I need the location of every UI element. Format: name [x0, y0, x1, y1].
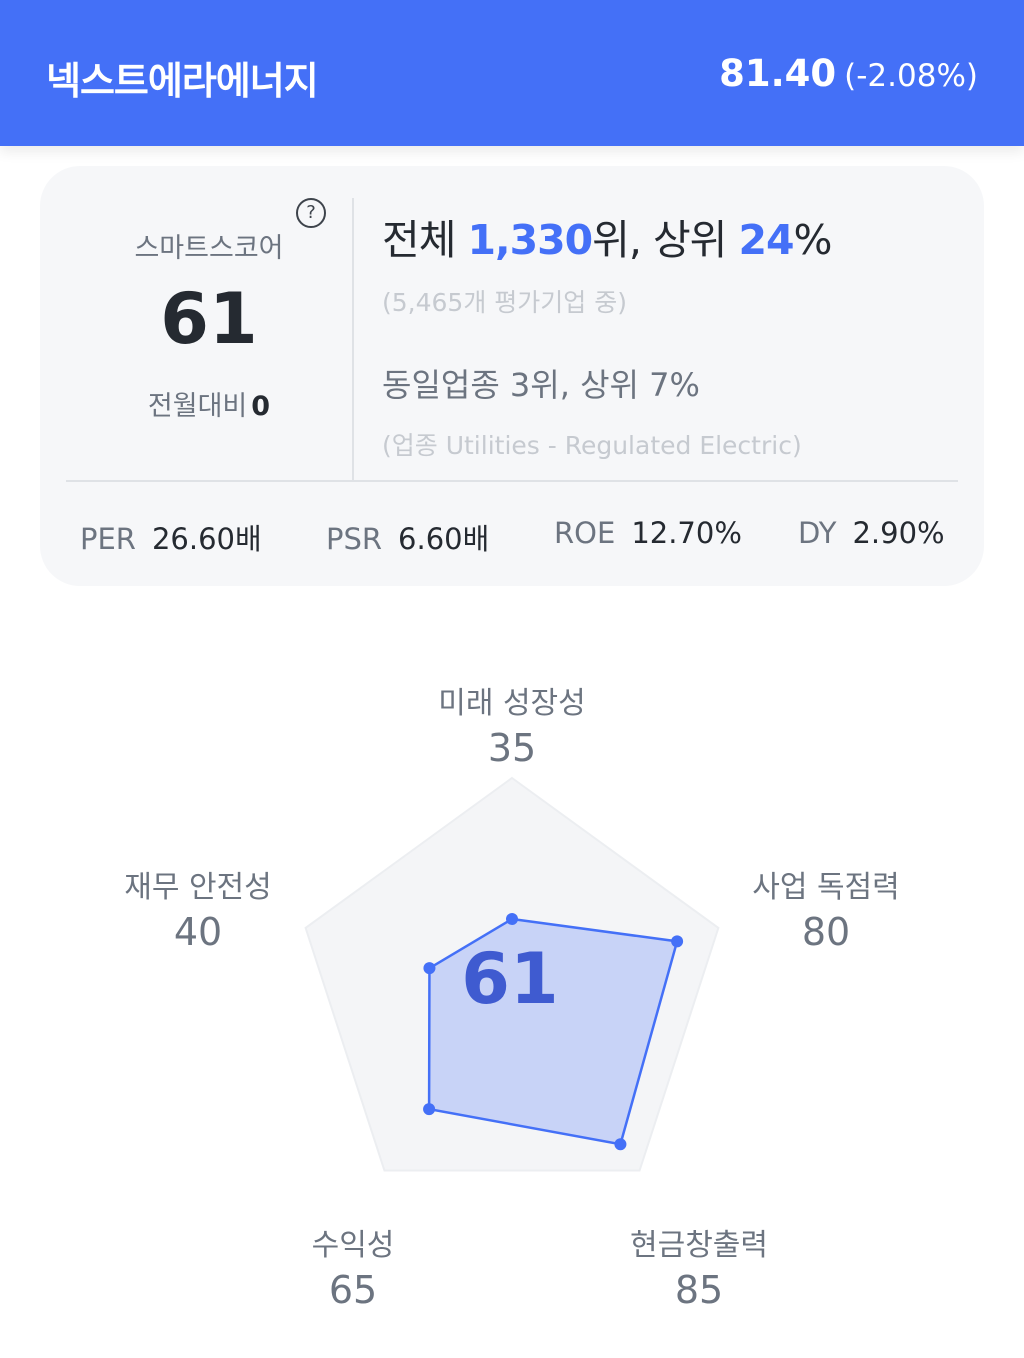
overall-suffix: % — [793, 216, 833, 264]
metric-dy: DY 2.90% — [798, 516, 945, 550]
horizontal-divider — [66, 480, 958, 482]
vertical-divider — [352, 198, 354, 480]
axis-label-growth: 미래 성장성 — [438, 686, 586, 721]
metrics-row: PER 26.60배 PSR 6.60배 ROE 12.70% DY 2.90% — [40, 516, 984, 556]
radar-point — [423, 1103, 436, 1116]
axis-value-moat: 80 — [801, 910, 851, 954]
metric-label: PER — [80, 522, 136, 556]
radar-point — [506, 913, 518, 926]
radar-point — [671, 935, 684, 948]
overall-rank: 전체 1,330위, 상위 24% — [382, 206, 833, 266]
axis-value-cashflow: 85 — [674, 1268, 724, 1312]
app-header: 넥스트에라에너지 81.40 (-2.08%) — [0, 0, 1024, 146]
metric-label: DY — [798, 516, 837, 550]
axis-value-stability: 40 — [173, 910, 223, 954]
smart-score-card: 스마트스코어 ? 61 전월대비 0 전체 1,330위, 상위 24% (5,4… — [40, 166, 984, 586]
axis-label-moat: 사업 독점력 — [752, 870, 900, 905]
company-name: 넥스트에라에너지 — [46, 59, 319, 103]
axis-label-cashflow: 현금창출력 — [630, 1228, 768, 1263]
price-block: 81.40 (-2.08%) — [719, 52, 978, 95]
metric-value: 6.60배 — [398, 522, 490, 556]
overall-percent: 24 — [738, 216, 794, 264]
axis-value-growth: 35 — [487, 726, 537, 770]
mom-value: 0 — [251, 391, 271, 422]
metric-roe: ROE 12.70% — [554, 516, 742, 550]
radar-point — [614, 1138, 627, 1151]
metric-psr: PSR 6.60배 — [326, 516, 489, 558]
metric-per: PER 26.60배 — [80, 516, 262, 558]
metric-value: 26.60배 — [151, 522, 262, 556]
help-icon[interactable]: ? — [296, 198, 326, 228]
metric-value: 2.90% — [852, 516, 945, 550]
axis-label-stability: 재무 안전성 — [124, 870, 272, 905]
overall-rank-number: 1,330 — [467, 216, 593, 264]
overall-prefix: 전체 — [382, 216, 468, 264]
evaluated-count: (5,465개 평가기업 중) — [382, 288, 627, 317]
smart-score-label: 스마트스코어 — [134, 233, 284, 264]
month-over-month: 전월대비 0 — [100, 384, 318, 423]
metric-label: PSR — [326, 522, 383, 556]
stock-price: 81.40 — [719, 52, 837, 95]
overall-mid: 위, 상위 — [592, 216, 739, 264]
axis-label-profitability: 수익성 — [311, 1228, 395, 1263]
price-change: (-2.08%) — [844, 58, 978, 94]
axis-value-profitability: 65 — [328, 1268, 378, 1312]
industry-rank: 동일업종 3위, 상위 7% — [382, 366, 700, 404]
mom-label: 전월대비 — [147, 391, 248, 422]
industry-name: (업종 Utilities - Regulated Electric) — [382, 431, 802, 460]
smart-score-value: 61 — [160, 278, 258, 360]
radar-center-score: 61 — [461, 938, 559, 1020]
metric-label: ROE — [554, 516, 616, 550]
metric-value: 12.70% — [631, 516, 742, 550]
radar-chart: 미래 성장성 35 사업 독점력 80 현금창출력 85 수익성 65 재무 안… — [0, 640, 1024, 1340]
